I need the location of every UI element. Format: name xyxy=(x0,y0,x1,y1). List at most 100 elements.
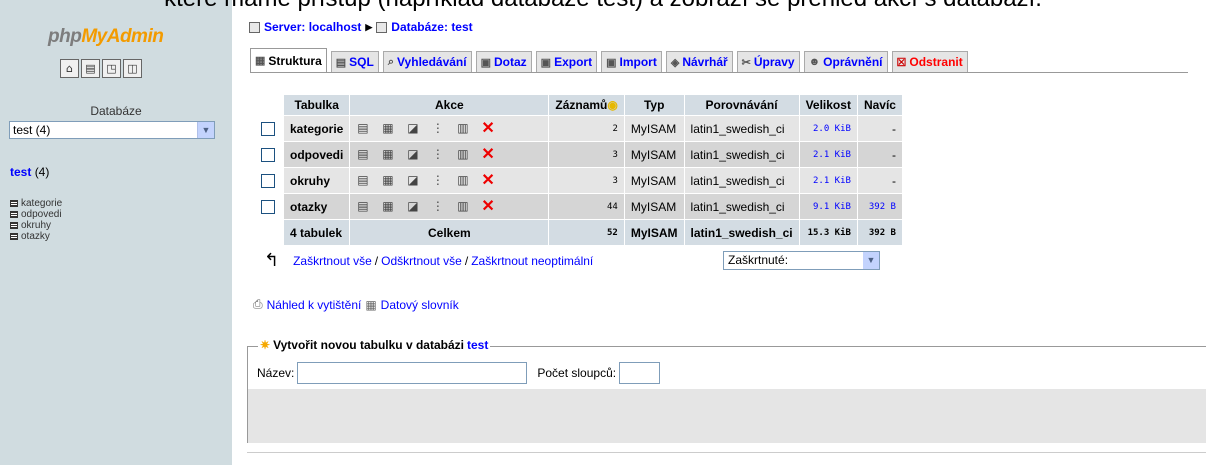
table-name[interactable]: odpovedi xyxy=(284,142,350,167)
row-checkbox[interactable] xyxy=(261,173,275,188)
database-link[interactable]: test (4) xyxy=(10,165,49,179)
server-icon xyxy=(249,21,260,33)
drop-icon[interactable]: ✕ xyxy=(481,147,494,163)
tab-import[interactable]: ▣ Import xyxy=(601,51,662,72)
query-icon: ▣ xyxy=(480,56,491,69)
bulk-actions: ↰ Zaškrtnout vše / Odškrtnout vše / Zašk… xyxy=(264,250,594,270)
drop-icon[interactable]: ✕ xyxy=(481,121,494,137)
overhead[interactable]: 392 B xyxy=(857,194,902,219)
empty-icon[interactable]: ▥ xyxy=(456,174,469,187)
drop-icon[interactable]: ✕ xyxy=(481,199,494,215)
table-row: kategorie ▤ ▦ ◪ ⋮ ▥ ✕ 2 MyISAM latin1_sw… xyxy=(257,116,902,141)
size[interactable]: 9.1 KiB xyxy=(799,194,857,219)
empty-icon[interactable]: ▥ xyxy=(456,200,469,213)
check-all-link[interactable]: Zaškrtnout vše xyxy=(293,254,372,268)
tab-vyhledavani[interactable]: ⌕ Vyhledávání xyxy=(382,51,472,72)
col-navic: Navíc xyxy=(857,95,902,115)
table-icon xyxy=(10,222,18,229)
tab-struktura[interactable]: ▦ Struktura xyxy=(250,48,327,72)
tab-navrhar[interactable]: ◈ Návrhář xyxy=(665,51,733,72)
structure-icon[interactable]: ▦ xyxy=(381,122,394,135)
size[interactable]: 2.0 KiB xyxy=(799,116,857,141)
print-icon: ⎙ xyxy=(253,297,263,311)
tab-upravy[interactable]: ✂ Úpravy xyxy=(736,51,800,72)
size[interactable]: 2.1 KiB xyxy=(799,142,857,167)
export-icon: ▣ xyxy=(540,56,552,69)
browse-icon[interactable]: ▤ xyxy=(356,200,369,213)
drop-icon: ☒ xyxy=(896,56,907,69)
database-icon xyxy=(376,21,388,33)
collation: latin1_swedish_ci xyxy=(684,194,799,219)
database-link[interactable]: test xyxy=(467,338,488,352)
insert-icon[interactable]: ⋮ xyxy=(431,148,444,161)
tab-opravneni[interactable]: ☻ Oprávnění xyxy=(803,51,888,72)
insert-icon[interactable]: ⋮ xyxy=(431,174,444,187)
database-label: Databáze xyxy=(90,104,142,118)
table-name[interactable]: okruhy xyxy=(284,168,350,193)
col-akce: Akce xyxy=(350,95,549,115)
table-name-input[interactable] xyxy=(297,361,528,384)
docs-icon[interactable]: ◫ xyxy=(123,59,142,78)
chevron-down-icon[interactable]: ▼ xyxy=(197,122,214,138)
col-tabulka[interactable]: Tabulka xyxy=(284,95,350,115)
size[interactable]: 2.1 KiB xyxy=(799,168,857,193)
engine: MyISAM xyxy=(624,168,684,193)
row-checkbox[interactable] xyxy=(261,199,275,214)
row-actions: ▤ ▦ ◪ ⋮ ▥ ✕ xyxy=(350,194,549,219)
structure-icon[interactable]: ▦ xyxy=(381,200,394,213)
sql-icon[interactable]: ▤ xyxy=(81,59,100,78)
search-icon[interactable]: ◪ xyxy=(406,122,419,135)
insert-icon[interactable]: ⋮ xyxy=(431,200,444,213)
breadcrumb-database[interactable]: Databáze: test xyxy=(391,20,472,34)
list-item[interactable]: okruhy xyxy=(10,220,62,231)
tables-table: Tabulka Akce Záznamů◉ Typ Porovnávání Ve… xyxy=(256,94,903,246)
data-dictionary-link[interactable]: Datový slovník xyxy=(381,298,459,312)
query-icon[interactable]: ◳ xyxy=(102,59,121,78)
breadcrumb: Server: localhost ▶ Databáze: test xyxy=(249,20,473,34)
sql-icon: ▤ xyxy=(335,56,347,69)
tab-divider xyxy=(250,72,1188,73)
database-select[interactable]: test (4) ▼ xyxy=(9,121,215,139)
summary-collation: latin1_swedish_ci xyxy=(684,220,799,245)
tab-export[interactable]: ▣ Export xyxy=(535,51,598,72)
tab-odstranit[interactable]: ☒ Odstranit xyxy=(891,51,968,72)
uncheck-all-link[interactable]: Odškrtnout vše xyxy=(381,254,462,268)
drop-icon[interactable]: ✕ xyxy=(481,173,494,189)
row-checkbox[interactable] xyxy=(261,121,275,136)
browse-icon[interactable]: ▤ xyxy=(356,122,369,135)
browse-icon[interactable]: ▤ xyxy=(356,174,369,187)
empty-icon[interactable]: ▥ xyxy=(456,148,469,161)
empty-icon[interactable]: ▥ xyxy=(456,122,469,135)
row-checkbox[interactable] xyxy=(261,147,275,162)
table-row: otazky ▤ ▦ ◪ ⋮ ▥ ✕ 44 MyISAM latin1_swed… xyxy=(257,194,902,219)
search-icon[interactable]: ◪ xyxy=(406,148,419,161)
breadcrumb-server[interactable]: Server: localhost xyxy=(264,20,361,34)
chevron-down-icon[interactable]: ▼ xyxy=(863,252,879,269)
browse-icon[interactable]: ▤ xyxy=(356,148,369,161)
columns-count-input[interactable] xyxy=(619,361,661,384)
list-item[interactable]: kategorie xyxy=(10,198,62,209)
search-icon[interactable]: ◪ xyxy=(406,174,419,187)
hint-bulb-icon[interactable]: ◉ xyxy=(607,98,617,112)
tab-sql[interactable]: ▤ SQL xyxy=(330,51,379,72)
tab-dotaz[interactable]: ▣ Dotaz xyxy=(475,51,532,72)
summary-engine: MyISAM xyxy=(624,220,684,245)
list-item[interactable]: odpovedi xyxy=(10,209,62,220)
insert-icon[interactable]: ⋮ xyxy=(431,122,444,135)
with-selected-select[interactable]: Zaškrtnuté: ▼ xyxy=(723,251,880,270)
check-overhead-link[interactable]: Zaškrtnout neoptimální xyxy=(471,254,593,268)
structure-icon[interactable]: ▦ xyxy=(381,148,394,161)
table-row: okruhy ▤ ▦ ◪ ⋮ ▥ ✕ 3 MyISAM latin1_swedi… xyxy=(257,168,902,193)
print-view-link[interactable]: Náhled k vytištění xyxy=(267,298,362,312)
list-item[interactable]: otazky xyxy=(10,231,62,242)
phpmyadmin-logo[interactable]: phpMyAdmin xyxy=(48,26,164,48)
search-icon[interactable]: ◪ xyxy=(406,200,419,213)
designer-icon: ◈ xyxy=(670,56,680,69)
structure-icon[interactable]: ▦ xyxy=(381,174,394,187)
table-name[interactable]: kategorie xyxy=(284,116,350,141)
table-name[interactable]: otazky xyxy=(284,194,350,219)
overhead: - xyxy=(857,168,902,193)
table-icon xyxy=(10,200,18,207)
home-icon[interactable]: ⌂ xyxy=(60,59,79,78)
table-row: odpovedi ▤ ▦ ◪ ⋮ ▥ ✕ 3 MyISAM latin1_swe… xyxy=(257,142,902,167)
